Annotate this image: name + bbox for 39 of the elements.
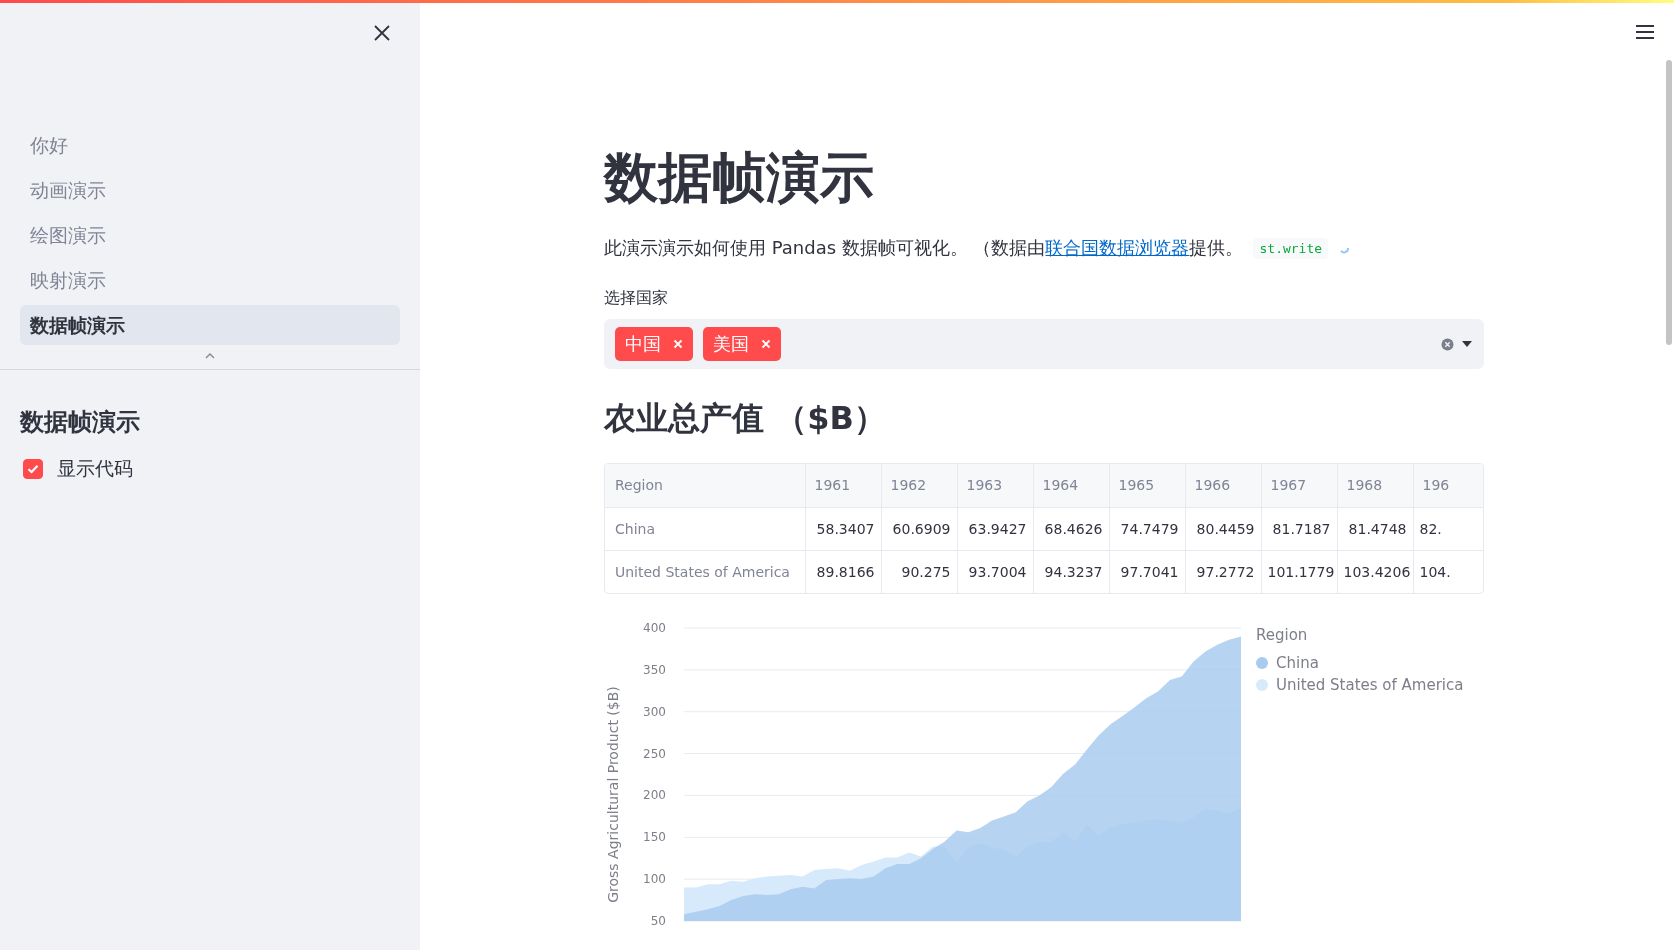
table-cell: 68.4626 bbox=[1033, 507, 1109, 550]
checkbox-label: 显示代码 bbox=[57, 456, 133, 481]
section-heading: 农业总产值 （$B） bbox=[604, 398, 887, 439]
table-cell: 81.4748 bbox=[1337, 507, 1413, 550]
y-tick-label: 300 bbox=[643, 704, 666, 719]
y-tick-label: 200 bbox=[643, 788, 666, 803]
intro-text: 此演示演示如何使用 Pandas 数据帧可视化。 （数据由联合国数据浏览器提供。 bbox=[604, 236, 1244, 260]
sidebar-heading: 数据帧演示 bbox=[18, 407, 141, 438]
y-axis-title: Gross Agricultural Product ($B) bbox=[605, 686, 621, 903]
table-cell: 90.275 bbox=[881, 550, 957, 593]
table-cell: 74.7479 bbox=[1109, 507, 1185, 550]
table-cell: 60.6909 bbox=[881, 507, 957, 550]
row-header: China bbox=[605, 507, 805, 550]
y-tick-label: 350 bbox=[643, 662, 666, 677]
table-cell: 97.2772 bbox=[1185, 550, 1261, 593]
legend-title: Region bbox=[1256, 626, 1309, 644]
field-label: 选择国家 bbox=[604, 288, 669, 309]
page-title: 数据帧演示 bbox=[604, 145, 875, 211]
legend-label: China bbox=[1276, 654, 1319, 672]
table-cell: 89.8166 bbox=[805, 550, 881, 593]
code-snippet: st.write bbox=[1253, 237, 1329, 259]
y-tick-label: 50 bbox=[650, 914, 666, 928]
table-cell: 82. bbox=[1413, 507, 1483, 550]
y-tick-label: 400 bbox=[643, 621, 666, 635]
y-tick-label: 100 bbox=[643, 872, 666, 887]
table-cell: 103.4206 bbox=[1337, 550, 1413, 593]
legend-label: United States of America bbox=[1276, 676, 1464, 694]
table-cell: 81.7187 bbox=[1261, 507, 1337, 550]
table-cell: 101.1779 bbox=[1261, 550, 1337, 593]
row-header: United States of America bbox=[605, 550, 805, 593]
y-tick-label: 150 bbox=[643, 830, 666, 845]
table-cell: 80.4459 bbox=[1185, 507, 1261, 550]
table-cell: 97.7041 bbox=[1109, 550, 1185, 593]
table-cell: 104. bbox=[1413, 550, 1483, 593]
table-cell: 58.3407 bbox=[805, 507, 881, 550]
y-tick-label: 250 bbox=[643, 746, 666, 761]
table-cell: 94.3237 bbox=[1033, 550, 1109, 593]
table-cell: 63.9427 bbox=[957, 507, 1033, 550]
table-cell: 93.7004 bbox=[957, 550, 1033, 593]
